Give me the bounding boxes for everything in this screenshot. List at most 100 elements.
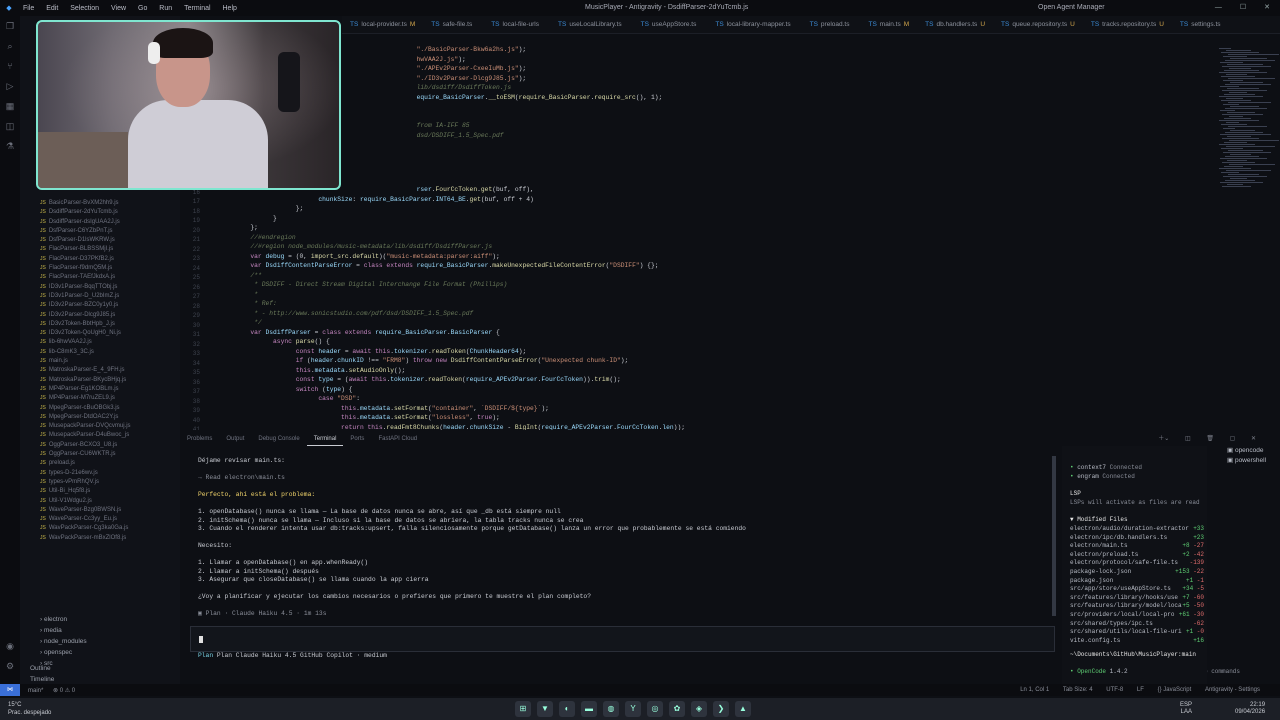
editor-tab[interactable]: TS local-file-urls [483, 16, 550, 33]
file-item[interactable]: JS ID3v1Parser-D_U2bImZ.js [20, 292, 180, 301]
panel-tab[interactable]: Output [219, 432, 251, 446]
menu-go[interactable]: Go [138, 5, 147, 12]
account-icon[interactable]: ◉ [0, 636, 20, 656]
vscode-icon[interactable]: ❯ [713, 701, 729, 717]
file-item[interactable]: JS WaveParser-Bzg0BWSN.js [20, 506, 180, 515]
menu-edit[interactable]: Edit [46, 5, 58, 12]
terminal-item-powershell[interactable]: ▣ powershell [1215, 456, 1280, 466]
modified-file[interactable]: electron/protocol/safe-file.ts -139 [1070, 559, 1204, 566]
file-item[interactable]: JS MusepackParser-D4uBwoc_js [20, 431, 180, 440]
file-item[interactable]: JS Util-V1Wdgu2.js [20, 497, 180, 506]
menu-terminal[interactable]: Terminal [184, 5, 210, 12]
modified-file[interactable]: src/app/store/useAppStore.ts +34 -5 [1070, 585, 1204, 592]
folder-item[interactable]: › media [20, 625, 180, 636]
close-panel-icon[interactable]: ✕ [1244, 436, 1263, 442]
modified-file[interactable]: src/shared/types/ipc.ts -62 [1070, 620, 1204, 627]
file-item[interactable]: JS DsfParser-C6YZbPnT.js [20, 227, 180, 236]
modified-file[interactable]: vite.config.ts +16 [1070, 637, 1204, 644]
file-item[interactable]: JS main.js [20, 357, 180, 366]
file-item[interactable]: JS MpegParser-cBuOBGk3.js [20, 404, 180, 413]
language-indicator[interactable]: ESP LAA [1180, 702, 1192, 716]
app-icon[interactable]: ◈ [691, 701, 707, 717]
panel-tab[interactable]: FastAPI Cloud [371, 432, 424, 446]
modified-file[interactable]: package.json +1 -1 [1070, 577, 1204, 584]
menu-help[interactable]: Help [223, 5, 237, 12]
file-item[interactable]: JS MusepackParser-DVQcvmuj.js [20, 422, 180, 431]
file-item[interactable]: JS MpegParser-DtdOAC2Y.js [20, 413, 180, 422]
explorer-icon[interactable]: ❐ [0, 16, 20, 36]
file-item[interactable]: JS ID3v2Parser-Dlcg9J85.js [20, 311, 180, 320]
file-item[interactable]: JS DsdiffParser-2dYuTcmb.js [20, 208, 180, 217]
line-ending[interactable]: LF [1137, 687, 1144, 693]
file-item[interactable]: JS lib-6hwVAA2J.js [20, 338, 180, 347]
modified-files-title[interactable]: ▼ Modified Files [1070, 516, 1128, 523]
file-item[interactable]: JS WavPackParser-mBxZlOf8.js [20, 534, 180, 543]
editor-tab[interactable]: TS local-library-mapper.ts [707, 16, 801, 33]
file-item[interactable]: JS OggParser-BCXO3_U8.js [20, 441, 180, 450]
file-item[interactable]: JS MP4Parser-M7ruZEL9.js [20, 394, 180, 403]
remote-icon[interactable]: ◫ [0, 116, 20, 136]
discord-icon[interactable]: ◎ [647, 701, 663, 717]
menu-selection[interactable]: Selection [70, 5, 99, 12]
file-item[interactable]: JS FlacParser-D37PKfB2.js [20, 255, 180, 264]
cursor-position[interactable]: Ln 1, Col 1 [1020, 687, 1049, 693]
editor-tab[interactable]: TS local-provider.ts M [342, 16, 423, 33]
file-item[interactable]: JS BasicParser-BvXM2hh9.js [20, 199, 180, 208]
language-mode[interactable]: {} JavaScript [1158, 687, 1192, 693]
extensions-icon[interactable]: ▦ [0, 96, 20, 116]
menu-file[interactable]: File [23, 5, 34, 12]
modified-file[interactable]: electron/main.ts +8 -27 [1070, 542, 1204, 549]
file-item[interactable]: JS ID3v2Parser-BZC0y1y0.js [20, 301, 180, 310]
panel-tab[interactable]: Terminal [306, 432, 344, 446]
outline-section[interactable]: Outline [30, 663, 54, 674]
modified-file[interactable]: src/providers/local/local-pro +61 -30 [1070, 611, 1204, 618]
terminal-scrollbar[interactable] [1052, 456, 1056, 616]
panel-tab[interactable]: Debug Console [251, 432, 306, 446]
file-item[interactable]: JS FlacParser-TAEfJkdxA.js [20, 273, 180, 282]
file-item[interactable]: JS lib-C8mK3_3C.js [20, 348, 180, 357]
file-item[interactable]: JS DsfParser-D1lsWKRW.js [20, 236, 180, 245]
editor-tab[interactable]: TS main.ts M [860, 16, 917, 33]
modified-file[interactable]: electron/ipc/db.handlers.ts +23 [1070, 534, 1204, 541]
editor-tab[interactable]: TS useAppStore.ts [633, 16, 708, 33]
new-terminal-icon[interactable]: ＋⌄ [1151, 436, 1176, 442]
windows-start-icon[interactable]: ⊞ [515, 701, 531, 717]
encoding[interactable]: UTF-8 [1106, 687, 1123, 693]
menu-view[interactable]: View [111, 5, 126, 12]
split-terminal-icon[interactable]: ◫ [1178, 436, 1198, 442]
folder-item[interactable]: › node_modules [20, 636, 180, 647]
antigravity-settings[interactable]: Antigravity - Settings [1205, 687, 1260, 693]
modified-file[interactable]: src/features/library/model/loca +5 -50 [1070, 602, 1204, 609]
file-item[interactable]: JS FlacParser-BLBSSMjI.js [20, 245, 180, 254]
settings-gear-icon[interactable]: ⚙ [0, 656, 20, 676]
modified-file[interactable]: package-lock.json +153 -22 [1070, 568, 1204, 575]
brave-icon[interactable]: ▼ [537, 701, 553, 717]
close-icon[interactable]: ✕ [1264, 4, 1270, 11]
folder-item[interactable]: › openspec [20, 647, 180, 658]
file-item[interactable]: JS FlacParser-f9dmQ5M.js [20, 264, 180, 273]
folder-icon[interactable]: ▬ [581, 701, 597, 717]
editor-tab[interactable]: TS useLocalLibrary.ts [550, 16, 633, 33]
menu-run[interactable]: Run [159, 5, 172, 12]
file-item[interactable]: JS DsdiffParser-dsIgUAA2J.js [20, 218, 180, 227]
app-icon[interactable]: Y [625, 701, 641, 717]
remote-icon[interactable]: ⋈ [0, 684, 20, 696]
file-item[interactable]: JS preload.js [20, 459, 180, 468]
file-item[interactable]: JS WaveParser-Cc3yy_Eu.js [20, 515, 180, 524]
modified-file[interactable]: src/features/library/hooks/use +7 -60 [1070, 594, 1204, 601]
editor-tab[interactable]: TS safe-file.ts [423, 16, 483, 33]
editor-tab[interactable]: TS queue.repository.ts U [993, 16, 1083, 33]
search-icon[interactable]: ⌕ [0, 36, 20, 56]
git-branch[interactable]: main* [28, 688, 43, 694]
mode-label[interactable]: Plan [198, 652, 213, 659]
prompt-input[interactable] [190, 626, 1055, 652]
source-control-icon[interactable]: ⑂ [0, 56, 20, 76]
file-item[interactable]: JS ID3v1Parser-BqqTTObj.js [20, 283, 180, 292]
agent-manager-button[interactable]: Open Agent Manager [1038, 4, 1105, 11]
file-item[interactable]: JS types-D-21e6wv.js [20, 469, 180, 478]
terminal-item-opencode[interactable]: ▣ opencode [1215, 446, 1280, 456]
file-item[interactable]: JS MP4Parser-Eg1KOBLm.js [20, 385, 180, 394]
maximize-icon[interactable]: ☐ [1240, 4, 1246, 11]
terminal-output[interactable]: Déjame revisar main.ts: → Read electron\m… [180, 446, 1240, 684]
modified-file[interactable]: src/shared/utils/local-file-uri +1 -0 [1070, 628, 1204, 635]
